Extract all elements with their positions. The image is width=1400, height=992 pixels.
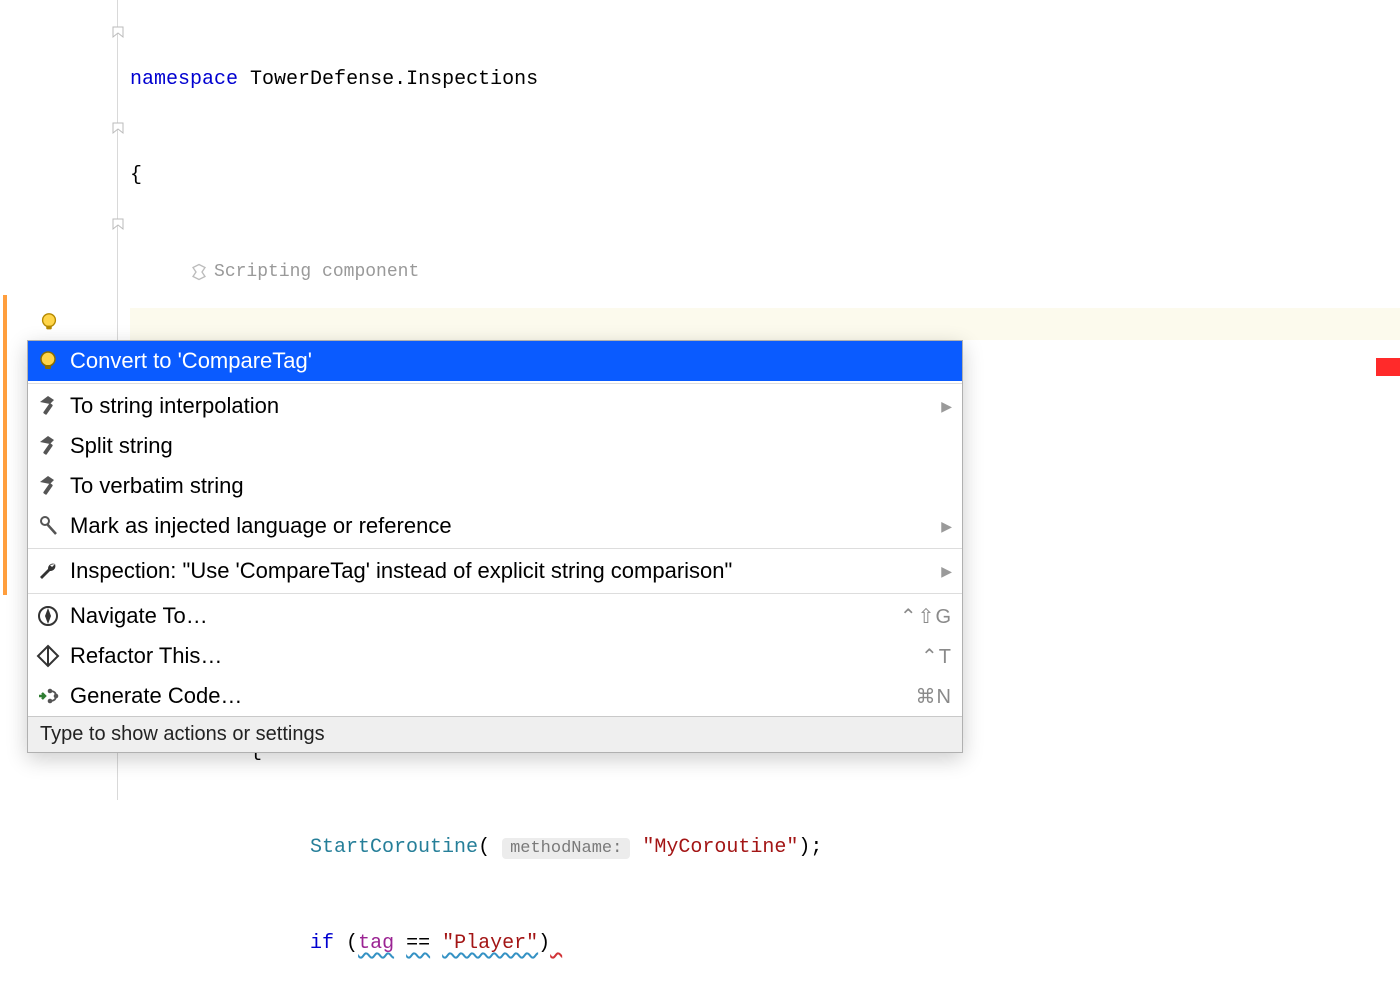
popup-footer-hint: Type to show actions or settings — [28, 716, 962, 752]
octahedron-icon — [36, 644, 60, 668]
code-line: StartCoroutine( methodName: "MyCoroutine… — [130, 832, 1400, 864]
compass-icon — [36, 604, 60, 628]
keyboard-shortcut: ⌃T — [921, 644, 952, 669]
generate-icon — [36, 684, 60, 708]
code-hint-line: Scripting component — [130, 256, 1400, 288]
keyboard-shortcut: ⌘N — [916, 684, 952, 709]
hammer-icon — [36, 434, 60, 458]
intention-item-generate-code[interactable]: Generate Code… ⌘N — [28, 676, 962, 716]
intention-item-split-string[interactable]: Split string — [28, 426, 962, 466]
keyboard-shortcut: ⌃⇧G — [900, 604, 952, 629]
unity-hint: Scripting component — [190, 256, 419, 288]
popup-separator — [28, 383, 962, 384]
intention-item-refactor-this[interactable]: Refactor This… ⌃T — [28, 636, 962, 676]
bulb-icon — [36, 349, 60, 373]
code-line: namespace TowerDefense.Inspections — [130, 64, 1400, 96]
code-line: { — [130, 160, 1400, 192]
inlay-parameter-hint: methodName: — [502, 838, 630, 859]
fold-icon[interactable] — [111, 216, 125, 232]
intention-item-mark-injected[interactable]: Mark as injected language or reference ▶ — [28, 506, 962, 546]
intention-item-convert-comparetag[interactable]: Convert to 'CompareTag' — [28, 341, 962, 381]
chevron-right-icon: ▶ — [941, 398, 952, 415]
code-line: if (tag == "Player") — [130, 928, 1400, 960]
intention-item-navigate-to[interactable]: Navigate To… ⌃⇧G — [28, 596, 962, 636]
hammer-icon — [36, 394, 60, 418]
pushpin-icon — [36, 514, 60, 538]
unity-icon — [190, 263, 208, 281]
intention-item-to-verbatim-string[interactable]: To verbatim string — [28, 466, 962, 506]
hammer-icon — [36, 474, 60, 498]
wrench-icon — [36, 559, 60, 583]
error-stripe-marker[interactable] — [1376, 358, 1400, 376]
intention-actions-popup: Convert to 'CompareTag' To string interp… — [27, 340, 963, 753]
chevron-right-icon: ▶ — [941, 518, 952, 535]
intention-item-to-string-interpolation[interactable]: To string interpolation ▶ — [28, 386, 962, 426]
fold-icon[interactable] — [111, 24, 125, 40]
chevron-right-icon: ▶ — [941, 563, 952, 580]
fold-icon[interactable] — [111, 120, 125, 136]
intention-bulb-icon[interactable] — [38, 311, 60, 333]
popup-separator — [28, 548, 962, 549]
popup-separator — [28, 593, 962, 594]
intention-item-inspection-options[interactable]: Inspection: "Use 'CompareTag' instead of… — [28, 551, 962, 591]
vcs-change-bar — [3, 295, 7, 595]
inspection-squiggle: tag — [358, 932, 394, 955]
